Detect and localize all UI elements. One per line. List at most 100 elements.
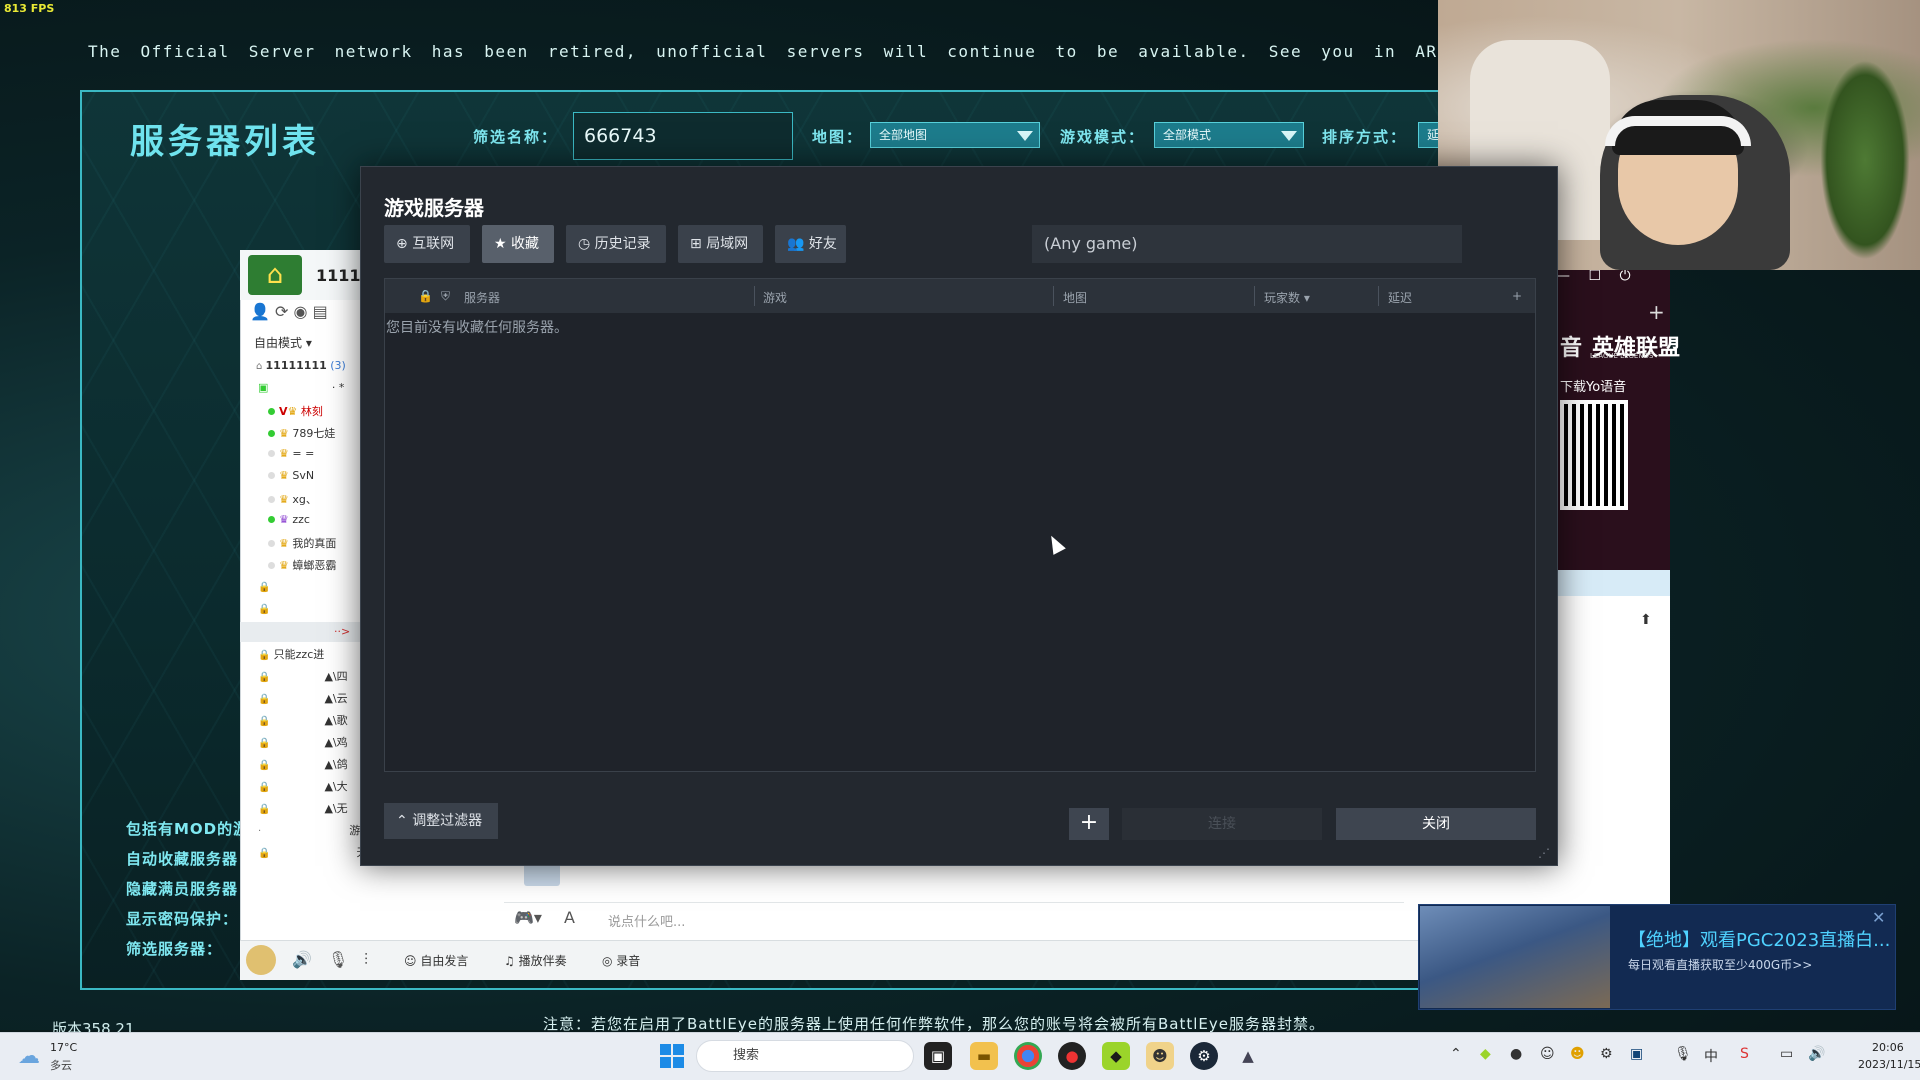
channel-item[interactable]: 🔒 只能zzc进 <box>258 646 324 662</box>
task-view-icon[interactable]: ▣ <box>924 1042 952 1070</box>
ad-title[interactable]: 【绝地】观看PGC2023直播白... <box>1628 926 1890 952</box>
minimize-icon[interactable]: — <box>1556 268 1570 284</box>
option-auto-favorite[interactable]: 自动收藏服务器 <box>126 848 238 869</box>
network-icon[interactable]: ▭ <box>1780 1046 1793 1062</box>
member-item[interactable]: ♛ = = <box>268 447 314 460</box>
column-latency[interactable]: 延迟 <box>1388 289 1412 306</box>
column-game[interactable]: 游戏 <box>763 289 787 306</box>
tray-app-icon[interactable]: ☻ <box>1570 1046 1585 1062</box>
arrow-up-icon[interactable]: ⬆ <box>1640 612 1652 628</box>
map-select[interactable]: 全部地图 <box>870 122 1040 148</box>
adjust-filters-button[interactable]: ⌃ 调整过滤器 <box>384 803 498 839</box>
channel-item[interactable]: · 游 <box>258 822 360 838</box>
ad-thumbnail[interactable] <box>1420 906 1610 1008</box>
taskbar-search[interactable]: 搜索 <box>696 1040 914 1072</box>
add-server-button[interactable]: + <box>1069 808 1109 840</box>
chevron-up-icon[interactable]: ⌃ <box>1450 1046 1462 1062</box>
member-item[interactable]: V♛ 林刻 <box>268 403 323 419</box>
channel-item[interactable]: 🔒 ▲\鸽 <box>258 756 348 772</box>
tray-app-icon[interactable]: ☺ <box>1540 1046 1555 1062</box>
room-item[interactable]: ⌂ 11111111 (3) <box>256 359 346 372</box>
channel-item[interactable]: 🔒 ▲\四 <box>258 668 348 684</box>
avatar[interactable] <box>246 945 276 975</box>
app-icon[interactable]: ● <box>1058 1042 1086 1070</box>
tray-app-icon[interactable]: ● <box>1510 1046 1522 1062</box>
tab-internet[interactable]: ⊕ 互联网 <box>384 225 470 263</box>
option-hide-full[interactable]: 隐藏满员服务器 <box>126 878 238 899</box>
tab-history[interactable]: ◷ 历史记录 <box>566 225 666 263</box>
house-icon[interactable]: ⌂ <box>248 255 302 295</box>
microphone-icon[interactable]: 🎙 <box>1674 1046 1692 1062</box>
app-icon[interactable]: ◆ <box>1102 1042 1130 1070</box>
chat-input[interactable]: 说点什么吧... <box>608 911 685 930</box>
filter-name-input[interactable]: 666743 <box>573 112 793 160</box>
member-item[interactable]: ♛ 蟑螂恶霸 <box>268 557 336 573</box>
sub-channel[interactable]: ▣ · * <box>258 381 344 394</box>
sort-select[interactable]: 延 <box>1418 122 1440 148</box>
weather-description[interactable]: 多云 <box>50 1057 72 1073</box>
member-item[interactable]: ♛ 我的真面 <box>268 535 336 551</box>
maximize-icon[interactable]: ☐ <box>1588 268 1601 284</box>
record-button[interactable]: ◎ 录音 <box>602 952 640 969</box>
equalizer-icon[interactable]: ⫶ <box>364 950 368 970</box>
tray-app-icon[interactable]: ▣ <box>1630 1046 1643 1062</box>
music-button[interactable]: ♫ 播放伴奏 <box>504 952 567 969</box>
shield-icon[interactable]: ⛨ <box>441 289 450 304</box>
ime-icon[interactable]: 中 <box>1704 1046 1718 1066</box>
column-players[interactable]: 玩家数 ▾ <box>1264 289 1310 306</box>
game-filter-select[interactable]: (Any game) <box>1032 225 1462 263</box>
app-icon[interactable]: ☻ <box>1146 1042 1174 1070</box>
member-item[interactable]: ♛ zzc <box>268 513 310 526</box>
download-yo-label[interactable]: 下载Yo语音 <box>1560 376 1626 395</box>
add-column-button[interactable]: + <box>1512 289 1522 303</box>
tray-app-icon[interactable]: S <box>1740 1046 1749 1062</box>
steam-icon[interactable]: ⚙ <box>1190 1042 1218 1070</box>
speaker-icon[interactable]: 🔊 <box>292 950 312 969</box>
option-filter-servers[interactable]: 筛选服务器： <box>126 938 222 959</box>
chrome-icon[interactable] <box>1014 1042 1042 1070</box>
file-explorer-icon[interactable]: ▬ <box>970 1042 998 1070</box>
channel-item[interactable]: 🔒 ▲\鸡 <box>258 734 348 750</box>
weather-temperature[interactable]: 17°C <box>50 1041 77 1054</box>
power-icon[interactable]: ⏻ <box>1619 268 1630 284</box>
translate-icon[interactable]: A <box>564 908 575 927</box>
close-button[interactable]: 关闭 <box>1336 808 1536 840</box>
free-mode-dropdown[interactable]: 自由模式 ▾ <box>254 334 312 351</box>
ad-subtitle[interactable]: 每日观看直播获取至少400G币>> <box>1628 956 1812 973</box>
close-icon[interactable]: ✕ <box>1872 908 1885 927</box>
column-map[interactable]: 地图 <box>1063 289 1087 306</box>
steam-tray-icon[interactable]: ⚙ <box>1600 1046 1613 1062</box>
microphone-icon[interactable]: 🎙 <box>328 950 348 969</box>
channel-item[interactable]: 🔒 ▲\云 <box>258 690 348 706</box>
notes-icon[interactable]: ▤ <box>313 302 328 321</box>
option-show-password[interactable]: 显示密码保护： <box>126 908 238 929</box>
ark-icon[interactable]: ▲ <box>1234 1042 1262 1070</box>
channel-item[interactable]: 🔒 ▲\歌 <box>258 712 348 728</box>
free-speech-button[interactable]: ☺ 自由发言 <box>404 952 468 969</box>
option-include-mods[interactable]: 包括有MOD的游 <box>126 818 249 839</box>
start-button[interactable] <box>660 1044 684 1068</box>
volume-icon[interactable]: 🔊 <box>1808 1046 1825 1062</box>
tab-friends[interactable]: 👥 好友 <box>775 225 846 263</box>
cloud-icon[interactable]: ☁ <box>18 1044 40 1069</box>
lock-icon[interactable]: 🔒 <box>418 289 433 303</box>
plus-icon[interactable]: + <box>1648 300 1665 324</box>
member-item[interactable]: ♛ 789七娃 <box>268 425 335 441</box>
clock-date[interactable]: 2023/11/15 <box>1858 1058 1920 1071</box>
clock-time[interactable]: 20:06 <box>1872 1041 1904 1054</box>
member-item[interactable]: ♛ xg、 <box>268 491 317 507</box>
resize-grip-icon[interactable]: ⋰ <box>1538 846 1550 860</box>
channel-item[interactable]: 🔒 ▲\大 <box>258 778 348 794</box>
user-icon[interactable]: 👤 <box>250 302 270 321</box>
refresh-icon[interactable]: ⟳ <box>275 302 288 321</box>
column-server[interactable]: 服务器 <box>464 289 500 306</box>
tray-app-icon[interactable]: ◆ <box>1480 1046 1491 1062</box>
tab-favorites[interactable]: ★ 收藏 <box>482 225 554 263</box>
connect-button[interactable]: 连接 <box>1122 808 1322 840</box>
tab-lan[interactable]: ⊞ 局域网 <box>678 225 763 263</box>
channel-item[interactable]: 🔒无 <box>258 844 367 860</box>
member-item[interactable]: ♛ SvN <box>268 469 314 482</box>
gamepad-icon[interactable]: 🎮▾ <box>514 908 542 927</box>
channel-item[interactable]: 🔒 ▲\无 <box>258 800 348 816</box>
highlight-channel[interactable]: ··> <box>240 622 360 642</box>
